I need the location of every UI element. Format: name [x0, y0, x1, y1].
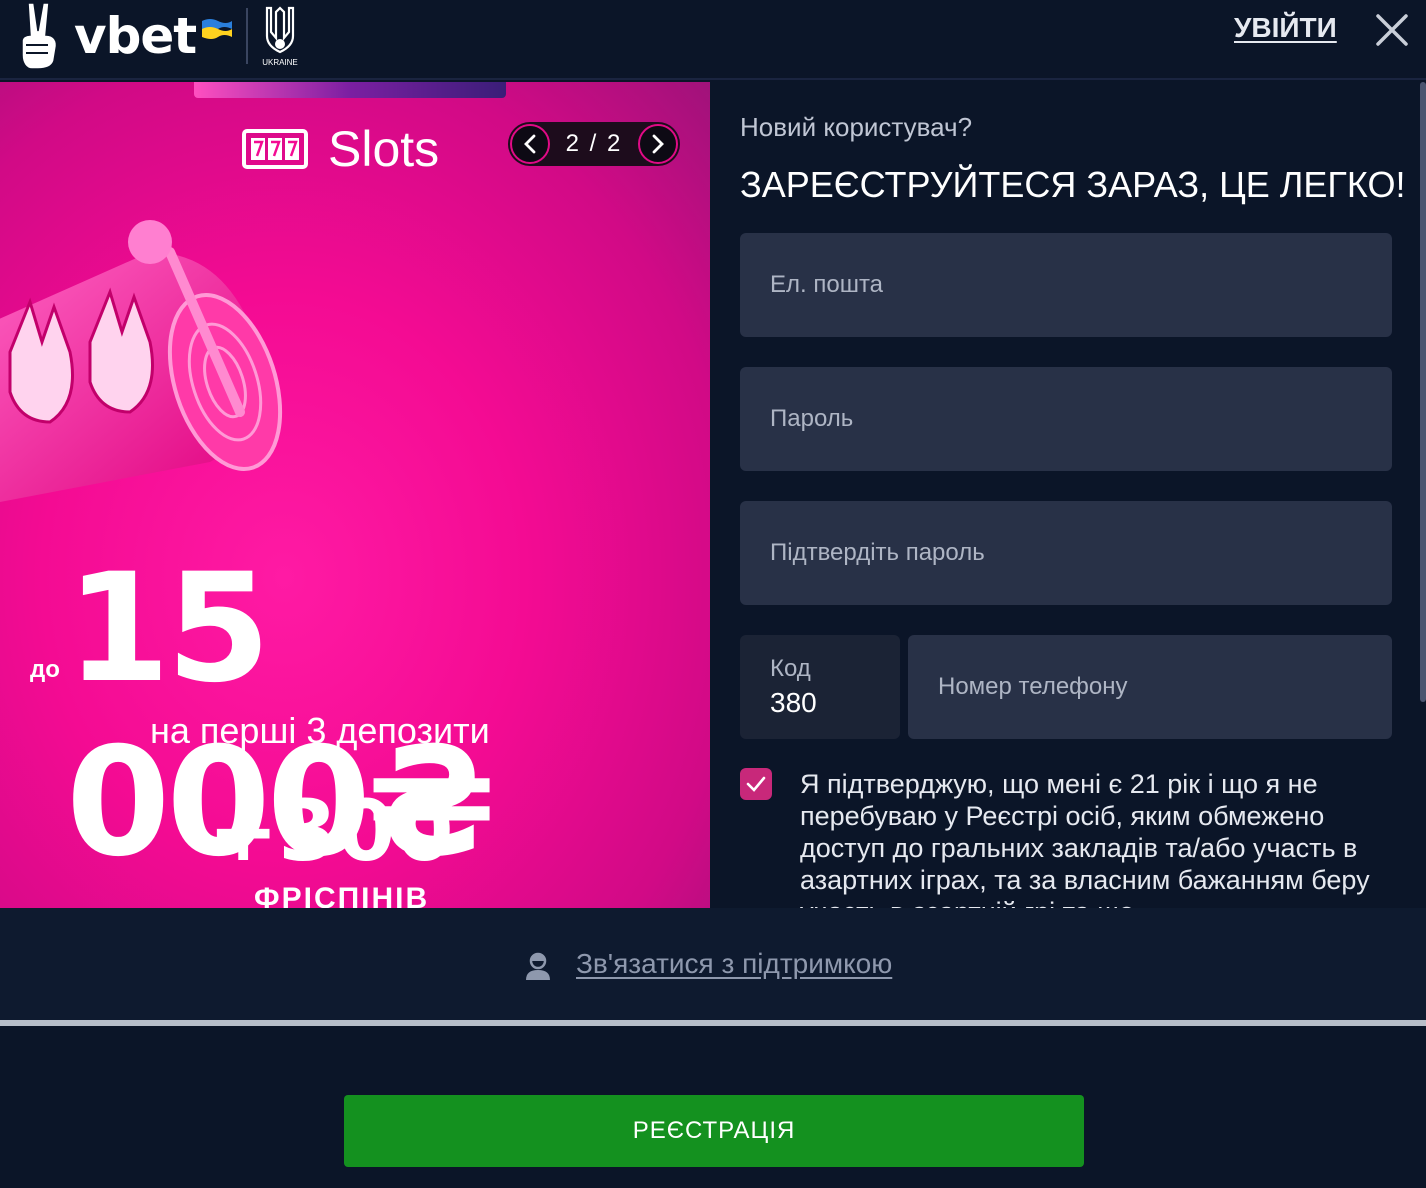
- register-button[interactable]: РЕЄСТРАЦІЯ: [344, 1095, 1084, 1167]
- checkmark-icon: [746, 776, 766, 792]
- email-field[interactable]: Ел. пошта: [740, 233, 1392, 337]
- form-subtitle: Новий користувач?: [740, 112, 973, 142]
- brand-name: vbet: [74, 7, 197, 65]
- slot-machine-illustration: [0, 220, 283, 502]
- freespins-count: +300: [208, 782, 454, 880]
- consent-text: Я підтверджую, що мені є 21 рік і що я н…: [800, 769, 1370, 908]
- password-placeholder: Пароль: [770, 405, 854, 432]
- logo-divider: [246, 8, 249, 64]
- emblem: UKRAINE: [262, 5, 298, 67]
- promo-banner[interactable]: Slots 2 / 2 до 15 000₴ на перші 3 депози…: [0, 82, 710, 908]
- promo-category-label: Slots: [328, 121, 440, 177]
- bonus-amount-caption: на перші 3 депозити: [150, 710, 490, 751]
- phone-field[interactable]: Номер телефону: [908, 635, 1392, 739]
- logo[interactable]: vbet UKRAINE: [18, 0, 298, 72]
- login-link[interactable]: УВІЙТИ: [1234, 12, 1337, 44]
- country-code-label: Код: [770, 655, 811, 682]
- victory-hand-icon: [21, 2, 58, 70]
- country-code-select[interactable]: Код 380: [740, 635, 900, 739]
- chevron-right-icon: [652, 134, 664, 154]
- slider-controls: 2 / 2: [508, 122, 680, 166]
- email-placeholder: Ел. пошта: [770, 271, 884, 298]
- footer: РЕЄСТРАЦІЯ: [0, 1026, 1426, 1188]
- registration-form: Новий користувач? ЗАРЕЄСТРУЙТЕСЯ ЗАРАЗ, …: [710, 82, 1426, 908]
- trident-emblem-icon: [265, 5, 295, 53]
- confirm-password-field[interactable]: Підтвердіть пароль: [740, 501, 1392, 605]
- support-agent-icon: [526, 952, 550, 980]
- header: vbet UKRAINE УВІЙТИ: [0, 0, 1426, 80]
- consent-checkbox[interactable]: [740, 768, 772, 800]
- support-link[interactable]: Зв'язатися з підтримкою: [576, 948, 892, 980]
- phone-placeholder: Номер телефону: [938, 673, 1128, 700]
- amount-prefix: до: [30, 656, 60, 683]
- emblem-label: UKRAINE: [262, 57, 298, 67]
- slider-counter: 2 / 2: [565, 130, 623, 157]
- password-field[interactable]: Пароль: [740, 367, 1392, 471]
- form-scrollbar[interactable]: [1420, 82, 1426, 702]
- slot-777-icon: [242, 129, 308, 169]
- slider-prev-button[interactable]: [510, 124, 550, 164]
- promo-top-accent: [194, 82, 506, 98]
- slider-next-button[interactable]: [637, 124, 678, 164]
- form-title: ЗАРЕЄСТРУЙТЕСЯ ЗАРАЗ, ЦЕ ЛЕГКО!: [740, 164, 1406, 205]
- promo-category: Slots: [242, 120, 439, 178]
- chevron-left-icon: [524, 134, 536, 154]
- country-code-value: 380: [770, 687, 817, 718]
- confirm-password-placeholder: Підтвердіть пароль: [770, 539, 985, 566]
- freespins-label: ФРІСПІНІВ: [254, 882, 430, 908]
- close-icon[interactable]: [1372, 10, 1412, 50]
- ukraine-flag-icon: [202, 19, 233, 39]
- support-bar: Зв'язатися з підтримкою: [0, 908, 1426, 1022]
